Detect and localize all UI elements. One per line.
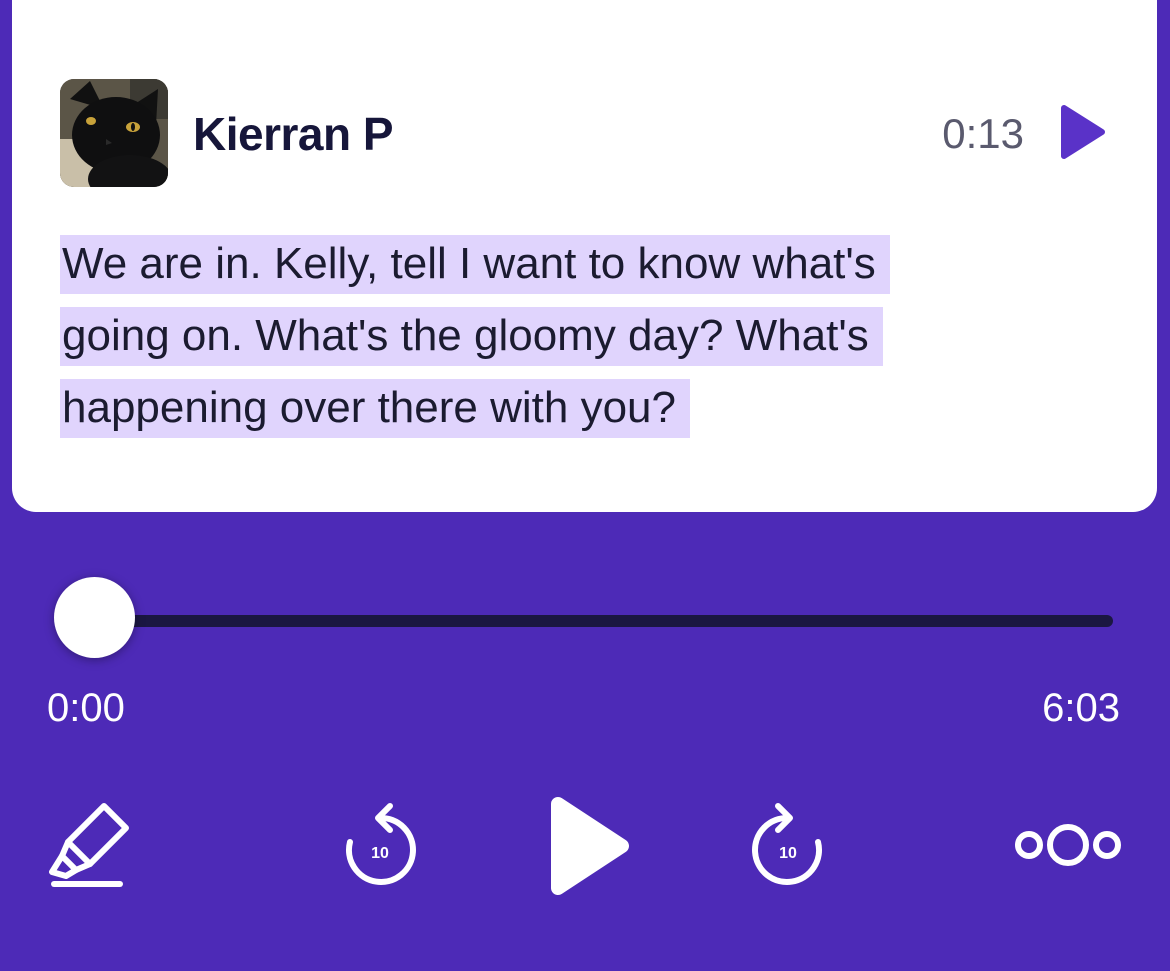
transcript-line: going on. What's the gloomy day? What's [62,311,869,360]
play-icon [551,797,629,895]
play-button[interactable] [548,794,632,898]
progress-track[interactable] [92,615,1113,627]
current-time: 0:00 [47,686,125,730]
highlighter-icon [49,803,129,887]
cat-photo-icon [60,79,168,187]
skip-forward-button[interactable]: 10 [750,800,826,890]
speaker-avatar [60,79,168,187]
rewind-10-icon: 10 [346,803,416,885]
speaker-name: Kierran P [193,108,394,160]
transcript-highlight: We are in. Kelly, tell I want to know wh… [60,235,890,438]
more-options-icon [1015,824,1121,866]
snippet-play-button[interactable] [1060,104,1108,160]
highlight-button[interactable] [48,800,132,890]
snippet-timestamp: 0:13 [942,110,1024,157]
transcript-line: We are in. Kelly, tell I want to know wh… [62,239,876,288]
skip-back-button[interactable]: 10 [342,800,418,890]
play-icon [1061,105,1105,159]
forward-10-icon: 10 [752,803,822,885]
more-options-button[interactable] [1012,820,1124,870]
transcript-line: happening over there with you? [62,383,676,432]
progress-thumb[interactable] [54,577,135,658]
total-duration: 6:03 [1042,686,1120,730]
skip-back-seconds: 10 [371,845,389,862]
skip-forward-seconds: 10 [779,845,797,862]
transcript-text: We are in. Kelly, tell I want to know wh… [60,228,1000,444]
